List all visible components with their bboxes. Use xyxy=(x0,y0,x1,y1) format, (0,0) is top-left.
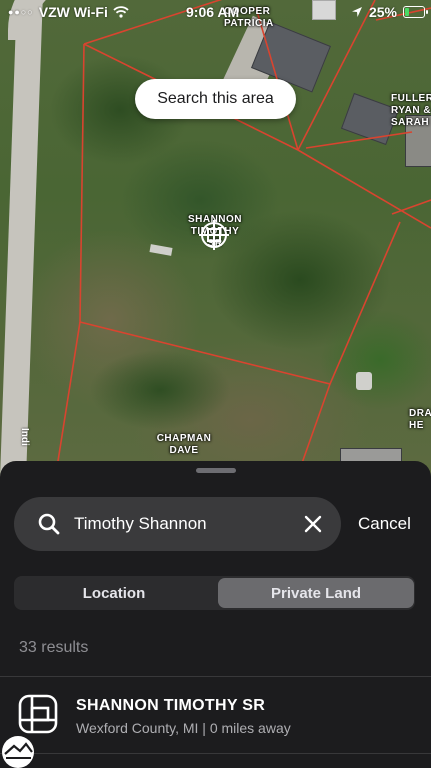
sheet-grabber[interactable] xyxy=(196,468,236,473)
results-count: 33 results xyxy=(19,639,89,656)
cancel-button[interactable]: Cancel xyxy=(358,514,411,534)
location-arrow-icon xyxy=(351,7,362,17)
clock: 9:06 AM xyxy=(186,4,240,20)
search-sheet: Timothy Shannon Cancel Location Private … xyxy=(0,461,431,767)
segmented-control: Location Private Land xyxy=(14,576,415,610)
tab-private-land[interactable]: Private Land xyxy=(218,578,414,608)
tab-location[interactable]: Location xyxy=(16,578,212,608)
clear-icon[interactable] xyxy=(304,515,322,533)
search-input[interactable]: Timothy Shannon xyxy=(74,514,207,534)
carrier-label: VZW Wi-Fi xyxy=(38,4,108,20)
satellite-map[interactable]: COOPER PATRICIA FULLER RYAN & SARAH SHAN… xyxy=(0,0,431,480)
search-this-area-button[interactable]: Search this area xyxy=(135,79,296,119)
owner-label-dra: DRA HE xyxy=(409,408,431,431)
battery-icon xyxy=(403,6,428,18)
result-subtitle: Wexford County, MI | 0 miles away xyxy=(76,720,291,736)
divider xyxy=(0,753,431,754)
battery-fill xyxy=(405,8,409,16)
parcel-icon xyxy=(18,694,58,734)
search-icon xyxy=(38,513,60,535)
wifi-icon xyxy=(113,6,129,18)
publisher-logo-icon xyxy=(2,736,34,768)
crosshair-icon xyxy=(199,220,229,250)
divider xyxy=(0,676,431,677)
owner-label-fuller: FULLER RYAN & SARAH xyxy=(391,93,431,128)
search-field[interactable]: Timothy Shannon xyxy=(14,497,341,551)
road-label: Indi xyxy=(19,428,30,446)
owner-label-chapman: CHAPMAN DAVE xyxy=(156,433,212,456)
battery-percent: 25% xyxy=(368,4,397,20)
result-title: SHANNON TIMOTHY SR xyxy=(76,697,266,714)
status-bar: ●●○○ VZW Wi-Fi 9:06 AM 25% xyxy=(0,0,431,24)
list-item[interactable]: SHANNON TIMOTHY SR Wexford County, MI | … xyxy=(0,678,431,754)
signal-icon: ●●○○ xyxy=(8,7,34,17)
